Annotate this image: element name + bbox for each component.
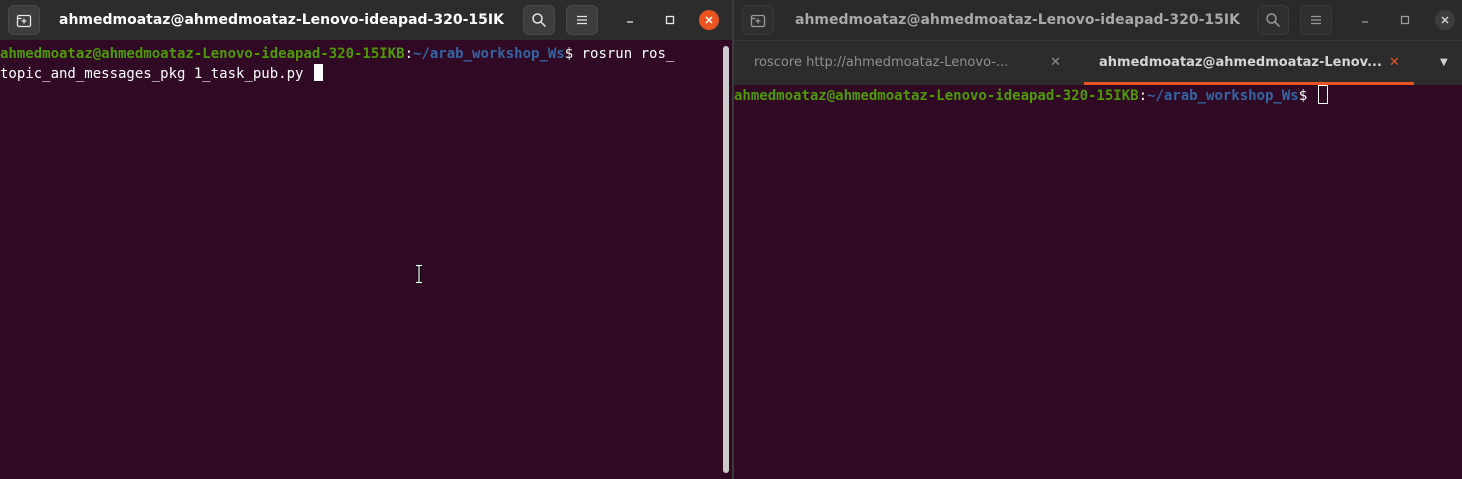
tab-label: ahmedmoataz@ahmedmoataz-Lenov...: [1099, 55, 1382, 70]
prompt-path: ~/arab_workshop_Ws: [1147, 88, 1299, 104]
terminal-output[interactable]: ahmedmoataz@ahmedmoataz-Lenovo-ideapad-3…: [734, 85, 1462, 479]
new-tab-button[interactable]: [742, 5, 774, 35]
minimize-button[interactable]: [1355, 10, 1375, 30]
close-icon: [705, 16, 713, 24]
text-cursor: [1317, 85, 1328, 104]
maximize-icon: [1400, 15, 1410, 25]
maximize-icon: [665, 15, 675, 25]
prompt-separator: :: [404, 46, 414, 62]
scrollbar[interactable]: [723, 46, 729, 473]
minimize-icon: [627, 21, 633, 23]
minimize-button[interactable]: [620, 10, 640, 30]
tab-bar: roscore http://ahmedmoataz-Lenovo-... ✕ …: [734, 40, 1462, 85]
titlebar[interactable]: ahmedmoataz@ahmedmoataz-Lenovo-ideapad-3…: [734, 0, 1462, 40]
prompt-user: ahmedmoataz@ahmedmoataz-Lenovo-ideapad-3…: [0, 46, 405, 62]
new-tab-icon: [750, 14, 766, 28]
close-icon: [1441, 16, 1449, 24]
tab-roscore[interactable]: roscore http://ahmedmoataz-Lenovo-... ✕: [734, 41, 1082, 85]
search-icon: [532, 13, 547, 28]
text-cursor: [313, 64, 323, 81]
close-button[interactable]: [699, 10, 719, 30]
maximize-button[interactable]: [1395, 10, 1415, 30]
menu-button[interactable]: [566, 5, 598, 35]
prompt-path: ~/arab_workshop_Ws: [413, 46, 565, 62]
prompt-separator: :: [1138, 88, 1148, 104]
window-title: ahmedmoataz@ahmedmoataz-Lenovo-ideapad-3…: [59, 12, 505, 28]
terminal-output[interactable]: ahmedmoataz@ahmedmoataz-Lenovo-ideapad-3…: [0, 45, 732, 479]
hamburger-menu-icon: [1311, 15, 1321, 25]
command-text: rosrun ros_: [581, 46, 675, 62]
prompt-symbol: $: [1298, 88, 1316, 104]
prompt-user: ahmedmoataz@ahmedmoataz-Lenovo-ideapad-3…: [734, 88, 1139, 104]
tab-close-icon[interactable]: ✕: [1389, 41, 1400, 82]
terminal-line: topic_and_messages_pkg 1_task_pub.py: [0, 64, 732, 84]
search-icon: [1266, 13, 1281, 28]
titlebar[interactable]: ahmedmoataz@ahmedmoataz-Lenovo-ideapad-3…: [0, 0, 732, 40]
terminal-line: ahmedmoataz@ahmedmoataz-Lenovo-ideapad-3…: [734, 85, 1462, 106]
command-text: topic_and_messages_pkg 1_task_pub.py: [0, 66, 312, 82]
prompt-symbol: $: [564, 46, 582, 62]
maximize-button[interactable]: [660, 10, 680, 30]
tab-shell[interactable]: ahmedmoataz@ahmedmoataz-Lenov... ✕: [1084, 41, 1414, 85]
new-tab-icon: [16, 14, 32, 28]
new-tab-button[interactable]: [8, 5, 40, 35]
tab-list-dropdown-icon[interactable]: ▼: [1440, 41, 1448, 85]
search-button[interactable]: [1257, 5, 1289, 35]
terminal-window-left: ahmedmoataz@ahmedmoataz-Lenovo-ideapad-3…: [0, 0, 732, 479]
close-button[interactable]: [1435, 10, 1455, 30]
ibeam-cursor-icon: [416, 264, 422, 284]
hamburger-menu-icon: [577, 15, 587, 25]
window-title: ahmedmoataz@ahmedmoataz-Lenovo-ideapad-3…: [795, 12, 1240, 28]
tab-label: roscore http://ahmedmoataz-Lenovo-...: [754, 55, 1009, 70]
tab-close-icon[interactable]: ✕: [1050, 41, 1061, 85]
minimize-icon: [1362, 21, 1368, 23]
terminal-line: ahmedmoataz@ahmedmoataz-Lenovo-ideapad-3…: [0, 45, 732, 64]
menu-button[interactable]: [1300, 5, 1332, 35]
search-button[interactable]: [523, 5, 555, 35]
terminal-window-right: ahmedmoataz@ahmedmoataz-Lenovo-ideapad-3…: [734, 0, 1462, 479]
